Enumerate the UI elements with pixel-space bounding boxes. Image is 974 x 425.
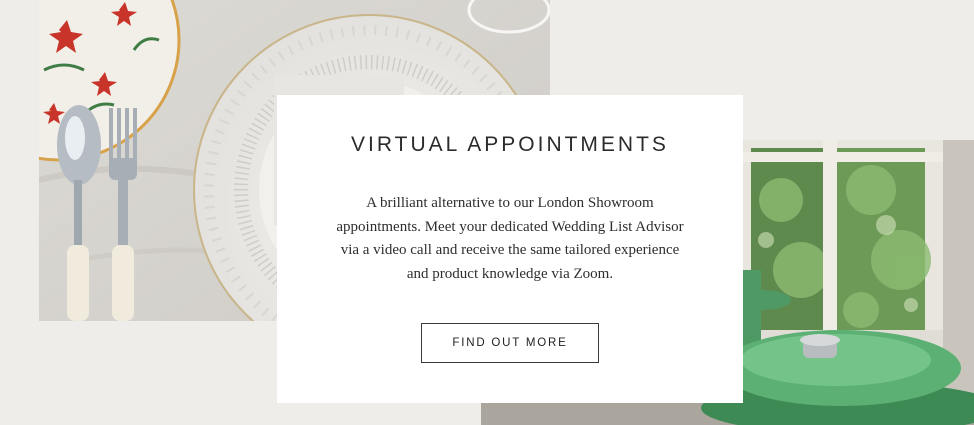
find-out-more-button[interactable]: FIND OUT MORE [421, 323, 599, 363]
card-description: A brilliant alternative to our London Sh… [336, 195, 684, 282]
virtual-appointments-card: VIRTUAL APPOINTMENTS A brilliant alterna… [277, 95, 743, 403]
card-title: VIRTUAL APPOINTMENTS [351, 133, 669, 156]
